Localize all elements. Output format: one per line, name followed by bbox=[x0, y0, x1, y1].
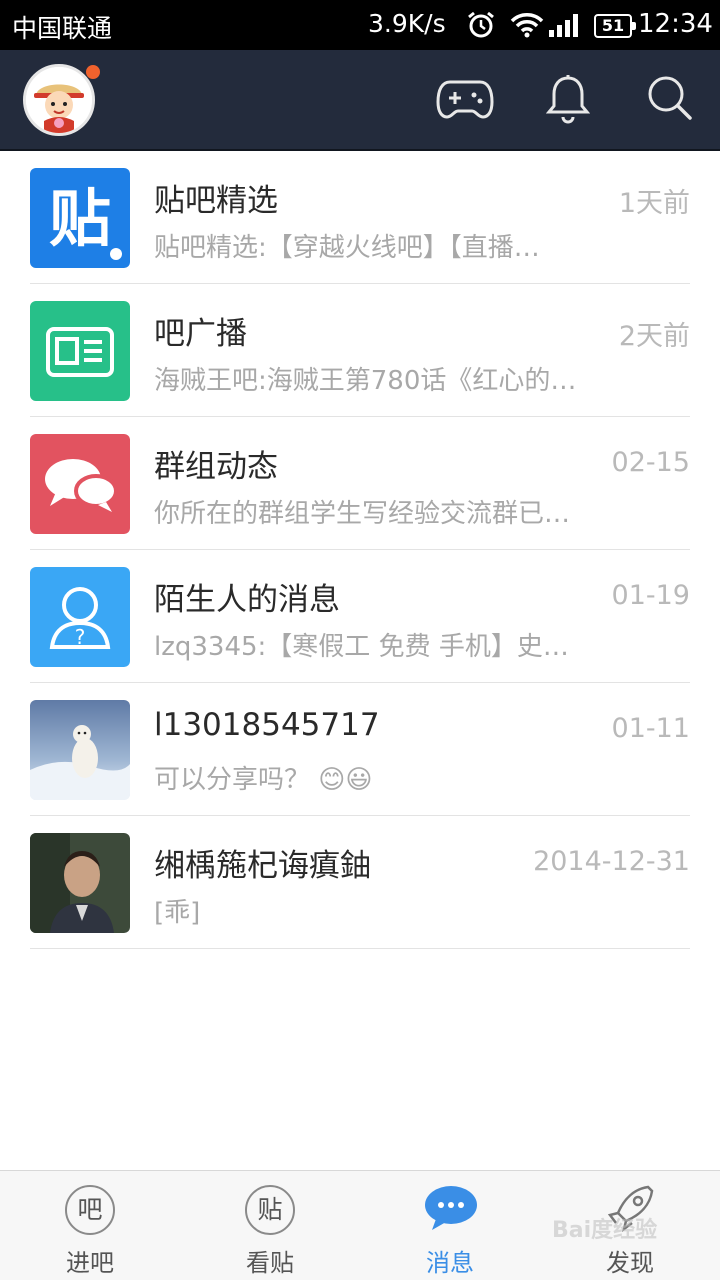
list-item[interactable]: 吧广播 2天前 海贼王吧:海贼王第780话《红心的… bbox=[0, 284, 720, 417]
user-avatar[interactable] bbox=[23, 64, 95, 136]
network-speed: 3.9K/s bbox=[368, 9, 446, 38]
tab-label: 消息 bbox=[426, 1249, 474, 1277]
conversation-preview: 可以分享吗？ 😊😃 bbox=[154, 765, 373, 795]
polar-bear-photo bbox=[30, 700, 130, 800]
game-controller-icon[interactable] bbox=[436, 74, 494, 124]
tab-messages[interactable]: 消息 bbox=[360, 1171, 540, 1280]
svg-text:?: ? bbox=[75, 625, 86, 649]
tieba-featured-icon: 贴 bbox=[30, 168, 130, 268]
tab-label: 看贴 bbox=[246, 1249, 294, 1277]
tab-label: 发现 bbox=[606, 1249, 654, 1277]
conversation-time: 02-15 bbox=[611, 447, 690, 478]
svg-text:贴: 贴 bbox=[49, 182, 111, 255]
conversation-name: 陌生人的消息 bbox=[154, 582, 340, 618]
carrier-name: 中国联通 bbox=[12, 14, 113, 43]
conversation-name: 贴吧精选 bbox=[154, 183, 278, 219]
watermark: Bai度经验 bbox=[552, 1218, 658, 1243]
ba-icon: 吧 bbox=[65, 1185, 115, 1235]
tab-jinba[interactable]: 吧 进吧 bbox=[0, 1171, 180, 1280]
tab-kantie[interactable]: 贴 看贴 bbox=[180, 1171, 360, 1280]
conversation-preview: 你所在的群组学生写经验交流群已… bbox=[154, 499, 571, 529]
conversation-preview: 贴吧精选:【穿越火线吧】【直播… bbox=[154, 233, 540, 263]
list-item[interactable]: 缃楀箷杞诲瘨鈾 2014-12-31 [乖] bbox=[0, 816, 720, 949]
conversation-preview: lzq3345:【寒假工 免费 手机】史… bbox=[154, 632, 569, 662]
conversation-time: 2014-12-31 bbox=[533, 846, 690, 877]
list-item[interactable]: 贴 贴吧精选 1天前 贴吧精选:【穿越火线吧】【直播… bbox=[0, 151, 720, 284]
notification-dot bbox=[86, 65, 100, 79]
conversation-name: 吧广播 bbox=[154, 316, 247, 352]
conversation-preview: [乖] bbox=[154, 898, 201, 928]
conversation-name: 群组动态 bbox=[154, 449, 278, 485]
clock: 12:34 bbox=[638, 9, 713, 39]
conversation-preview: 海贼王吧:海贼王第780话《红心的… bbox=[154, 366, 577, 396]
conversation-time: 01-11 bbox=[611, 713, 690, 744]
man-portrait-photo bbox=[30, 833, 130, 933]
stranger-person-icon: ? bbox=[30, 567, 130, 667]
conversation-name: l13018545717 bbox=[154, 707, 380, 743]
broadcast-card-icon bbox=[30, 301, 130, 401]
list-item[interactable]: 群组动态 02-15 你所在的群组学生写经验交流群已… bbox=[0, 417, 720, 550]
divider bbox=[30, 948, 690, 949]
search-icon[interactable] bbox=[646, 74, 694, 126]
alarm-icon bbox=[466, 10, 496, 44]
conversation-time: 2天前 bbox=[618, 321, 690, 352]
bell-icon[interactable] bbox=[545, 74, 591, 128]
conversation-time: 01-19 bbox=[611, 580, 690, 611]
list-item[interactable]: ? 陌生人的消息 01-19 lzq3345:【寒假工 免费 手机】史… bbox=[0, 550, 720, 683]
battery-icon: 51 bbox=[594, 14, 636, 38]
chat-bubbles-icon bbox=[30, 434, 130, 534]
message-bubble-icon bbox=[425, 1186, 477, 1230]
conversation-time: 1天前 bbox=[618, 188, 690, 219]
signal-icon bbox=[548, 12, 582, 42]
message-list: 贴 贴吧精选 1天前 贴吧精选:【穿越火线吧】【直播… 吧广播 2天前 海贼王吧… bbox=[0, 151, 720, 949]
list-item[interactable]: l13018545717 01-11 可以分享吗？ 😊😃 bbox=[0, 683, 720, 816]
tab-label: 进吧 bbox=[66, 1249, 114, 1277]
conversation-name: 缃楀箷杞诲瘨鈾 bbox=[154, 848, 371, 884]
status-bar: 中国联通 3.9K/s 51 12:34 bbox=[0, 0, 720, 50]
top-header bbox=[0, 50, 720, 151]
tie-icon: 贴 bbox=[245, 1185, 295, 1235]
wifi-icon bbox=[510, 12, 544, 42]
